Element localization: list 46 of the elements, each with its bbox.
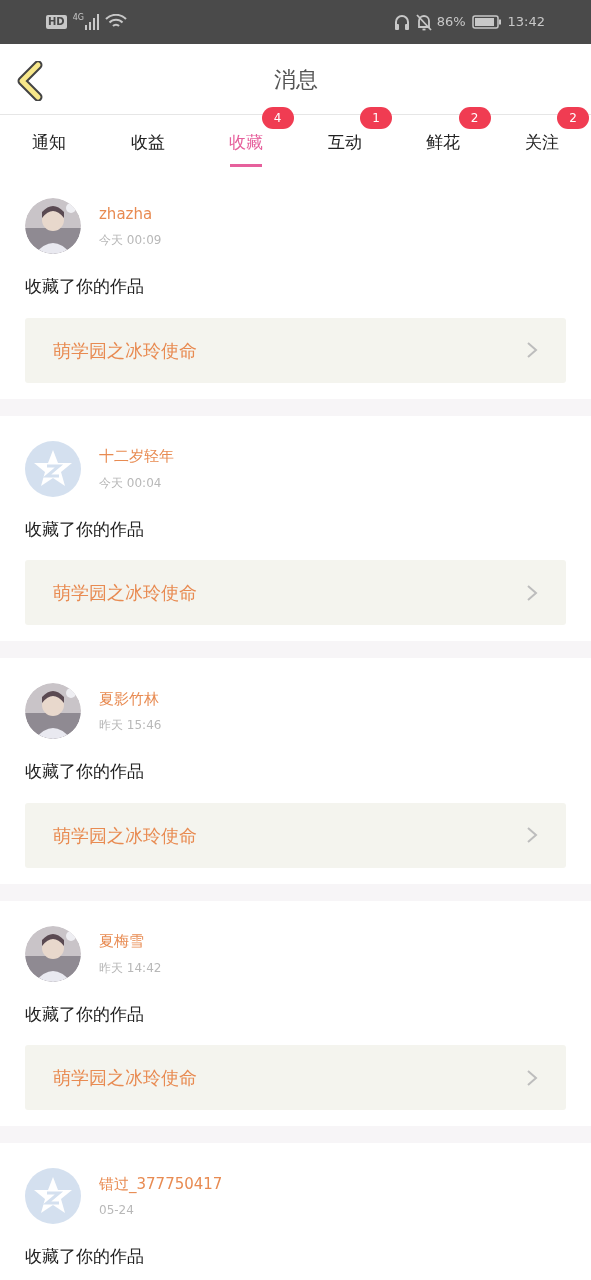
- chevron-right-icon: [526, 826, 538, 844]
- tab-indicator: [230, 164, 263, 167]
- work-link[interactable]: 萌学园之冰玲使命: [25, 317, 566, 383]
- signal-icon: [84, 14, 99, 30]
- timestamp: 05-24: [99, 1202, 135, 1220]
- message-text: 收藏了你的作品: [25, 1002, 145, 1026]
- user-name[interactable]: 错过_377750417: [99, 1172, 223, 1196]
- timestamp: 昨天 14:42: [99, 959, 162, 977]
- chevron-right-icon: [526, 1068, 538, 1087]
- chevron-right-icon: [526, 583, 538, 602]
- work-title: 萌学园之冰玲使命: [53, 338, 197, 363]
- count-badge: 4: [261, 107, 294, 129]
- user-name[interactable]: zhazha: [99, 202, 162, 226]
- count-badge: 2: [557, 107, 589, 129]
- message-text: 收藏了你的作品: [25, 760, 145, 783]
- user-name[interactable]: 夏梅雪: [99, 930, 162, 953]
- message-text: 收藏了你的作品: [25, 275, 145, 298]
- work-title: 萌学园之冰玲使命: [53, 1066, 197, 1090]
- chevron-right-icon: [526, 341, 538, 359]
- work-link[interactable]: 萌学园之冰玲使命: [25, 560, 566, 625]
- user-name[interactable]: 夏影竹林: [99, 687, 162, 711]
- network-type: 4G: [72, 12, 84, 24]
- timestamp: 昨天 15:46: [99, 717, 162, 735]
- work-title: 萌学园之冰玲使命: [53, 823, 197, 848]
- battery-percent: 86%: [436, 13, 466, 32]
- work-link[interactable]: 萌学园之冰玲使命: [25, 802, 566, 868]
- work-title: 萌学园之冰玲使命: [53, 581, 197, 605]
- hd-indicator: HD: [46, 15, 67, 29]
- back-icon[interactable]: [16, 61, 44, 101]
- timestamp: 今天 00:04: [99, 474, 163, 492]
- page-title: 消息: [273, 65, 318, 94]
- timestamp: 今天 00:09: [99, 232, 162, 250]
- count-badge: 2: [458, 107, 491, 129]
- tab[interactable]: 收益: [128, 115, 167, 171]
- default-avatar-icon: [25, 1168, 81, 1224]
- muted-bell-icon: [415, 13, 432, 31]
- message-text: 收藏了你的作品: [25, 517, 145, 541]
- user-name[interactable]: 十二岁轻年: [99, 445, 174, 468]
- message-text: 收藏了你的作品: [25, 1245, 145, 1268]
- clock-time: 13:42: [507, 13, 545, 32]
- tab[interactable]: 通知: [30, 115, 69, 171]
- count-badge: 1: [360, 107, 392, 129]
- headphones-icon: [393, 13, 410, 31]
- work-link[interactable]: 萌学园之冰玲使命: [25, 1045, 566, 1110]
- default-avatar-icon: [25, 440, 81, 497]
- battery-icon: [471, 15, 502, 29]
